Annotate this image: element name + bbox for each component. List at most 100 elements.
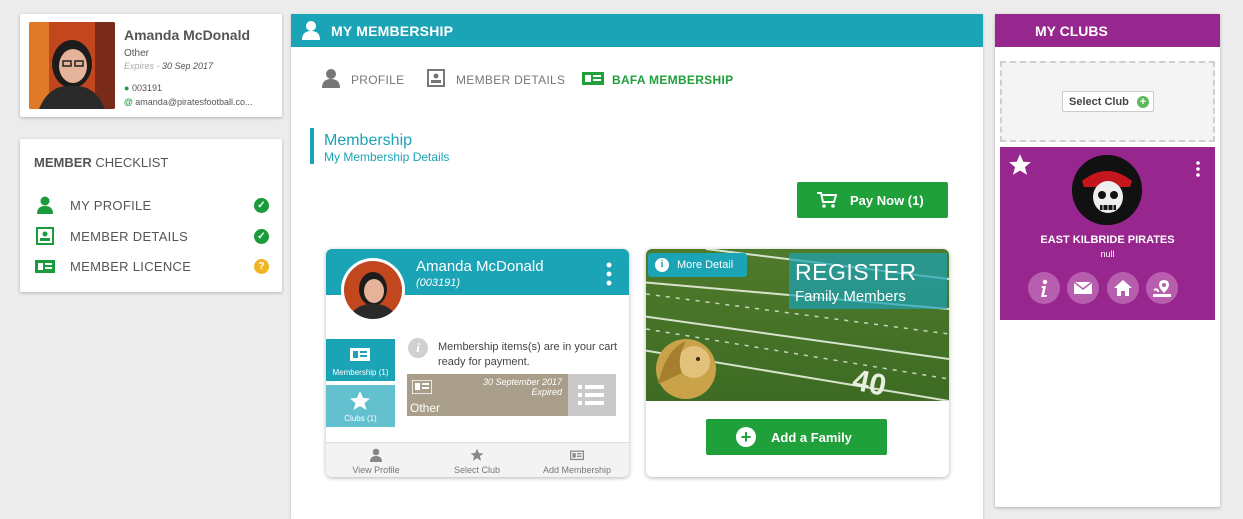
member-id-text: 003191 (131, 83, 162, 93)
club-logo-skull-icon (1072, 155, 1142, 225)
star-icon (349, 391, 371, 410)
member-card: Amanda McDonald (003191) Membership (1) (326, 249, 629, 477)
register-title: REGISTER (795, 259, 917, 285)
footer-label: View Profile (352, 465, 400, 475)
check-circle-icon: ✓ (254, 229, 269, 244)
envelope-icon (1073, 281, 1093, 294)
more-detail-label: More Detail (677, 259, 734, 271)
plus-circle-icon: + (736, 427, 756, 447)
club-home-button[interactable] (1107, 272, 1139, 304)
profile-expiry: Expires - 30 Sep 2017 (124, 61, 213, 71)
email-text: amanda@piratesfootball.co... (135, 97, 253, 107)
expiry-label: Expires - (124, 61, 163, 71)
user-icon (369, 448, 383, 462)
member-card-name: Amanda McDonald (416, 258, 544, 275)
user-icon (34, 196, 56, 214)
checklist-item-member-details[interactable]: MEMBER DETAILS ✓ (34, 226, 269, 248)
select-club-button[interactable]: Select Club + (1062, 91, 1154, 112)
checklist-title: MEMBER CHECKLIST (34, 155, 168, 170)
checklist-item-label: MEMBER LICENCE (70, 259, 192, 274)
profile-member-id: ● 003191 (124, 83, 162, 93)
club-card[interactable]: EAST KILBRIDE PIRATES null (1000, 147, 1215, 320)
tab-profile[interactable]: PROFILE (321, 69, 405, 90)
info-icon (1041, 279, 1048, 297)
id-card-icon (411, 379, 433, 395)
club-location-button[interactable] (1146, 272, 1178, 304)
select-club-button[interactable]: Select Club (427, 443, 527, 477)
more-options-icon[interactable] (1196, 161, 1200, 177)
member-card-footer: View Profile Select Club Add Membership (326, 442, 629, 477)
check-circle-icon: ✓ (254, 198, 269, 213)
field-yard-marker: 40 (850, 364, 890, 401)
register-family-card: 40 i More Detail REGISTER Family Members… (646, 249, 949, 477)
tab-member-details[interactable]: MEMBER DETAILS (426, 68, 565, 90)
section-accent-bar (310, 128, 314, 164)
club-email-button[interactable] (1067, 272, 1099, 304)
my-clubs-panel: MY CLUBS Select Club + EAST KILBRIDE PIR… (995, 14, 1220, 507)
list-icon (578, 384, 604, 406)
profile-email: @ amanda@piratesfootball.co... (124, 97, 276, 107)
membership-item[interactable]: 30 September 2017 Expired Other (407, 374, 616, 416)
club-name: EAST KILBRIDE PIRATES (1040, 234, 1175, 246)
tab-bafa-membership[interactable]: BAFA MEMBERSHIP (582, 68, 734, 90)
profile-name: Amanda McDonald (124, 27, 251, 43)
side-tab-label: Membership (1) (332, 368, 389, 377)
footer-label: Select Club (453, 465, 501, 475)
register-banner: REGISTER Family Members (789, 253, 947, 309)
avatar[interactable] (29, 22, 115, 109)
side-tab-label: Clubs (1) (344, 414, 377, 423)
member-card-id: (003191) (416, 277, 461, 289)
lion-logo-icon (656, 339, 716, 399)
clubs-title: MY CLUBS (1035, 23, 1108, 39)
register-subtitle: Family Members (795, 288, 906, 305)
checklist-item-label: MY PROFILE (70, 198, 152, 213)
home-icon (1114, 280, 1132, 296)
pay-now-label: Pay Now (1) (850, 193, 924, 208)
id-card-icon (570, 448, 584, 462)
id-card-icon (34, 257, 56, 275)
checklist-title-bold: MEMBER (34, 155, 92, 170)
more-options-icon[interactable] (606, 261, 612, 287)
question-circle-icon: ? (254, 259, 269, 274)
section-title: Membership (324, 132, 413, 149)
footer-label: Add Membership (542, 465, 612, 475)
panel-header: MY MEMBERSHIP (291, 14, 983, 47)
member-checklist: MEMBER CHECKLIST MY PROFILE ✓ MEMBER DET… (20, 139, 282, 292)
membership-type: Other (410, 401, 441, 415)
panel-title: MY MEMBERSHIP (331, 23, 454, 39)
id-card-icon (582, 68, 604, 88)
membership-date: 30 September 2017 (482, 377, 562, 387)
membership-status: Expired (531, 387, 562, 397)
profile-card: Amanda McDonald Other Expires - 30 Sep 2… (20, 14, 282, 117)
my-membership-panel: MY MEMBERSHIP PROFILE MEMBER DETAILS BAF… (291, 14, 983, 519)
clubs-header: MY CLUBS (995, 14, 1220, 47)
id-card-icon (349, 345, 371, 363)
map-marker-icon (1153, 280, 1171, 297)
profile-role: Other (124, 48, 150, 59)
star-icon[interactable] (1008, 153, 1032, 181)
checklist-item-my-profile[interactable]: MY PROFILE ✓ (34, 195, 269, 217)
info-icon: i (655, 258, 669, 272)
side-tab-membership[interactable]: Membership (1) (326, 339, 395, 381)
add-family-button[interactable]: + Add a Family (706, 419, 887, 455)
checklist-item-member-licence[interactable]: MEMBER LICENCE ? (34, 256, 269, 278)
checklist-title-rest: CHECKLIST (91, 155, 169, 170)
membership-list-toggle[interactable] (568, 374, 616, 416)
user-icon (301, 20, 321, 40)
add-membership-button[interactable]: Add Membership (527, 443, 627, 477)
tab-label: PROFILE (351, 73, 405, 87)
club-info-button[interactable] (1028, 272, 1060, 304)
pay-now-button[interactable]: Pay Now (1) (797, 182, 948, 218)
plus-circle-icon: + (1137, 96, 1149, 108)
star-icon (470, 448, 484, 462)
id-badge-icon (426, 68, 446, 88)
info-icon: i (408, 338, 428, 358)
tab-label: BAFA MEMBERSHIP (612, 73, 734, 87)
side-tab-clubs[interactable]: Clubs (1) (326, 385, 395, 427)
section-subtitle: My Membership Details (324, 150, 450, 164)
tab-label: MEMBER DETAILS (456, 73, 566, 87)
checklist-item-label: MEMBER DETAILS (70, 229, 189, 244)
view-profile-button[interactable]: View Profile (326, 443, 426, 477)
more-detail-button[interactable]: i More Detail (648, 253, 747, 277)
expiry-date: 30 Sep 2017 (162, 61, 214, 71)
